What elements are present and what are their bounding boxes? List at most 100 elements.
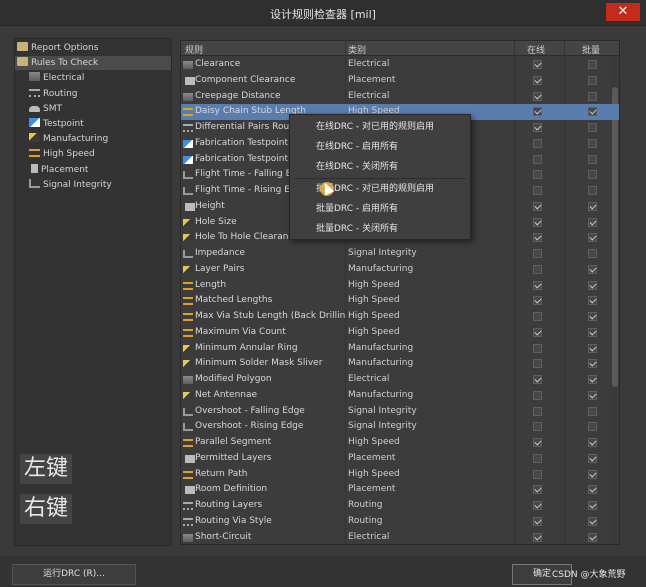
- table-row[interactable]: Matched Lengths High Speed: [181, 293, 619, 309]
- column-header-rule[interactable]: 规则: [185, 43, 203, 56]
- online-checkbox[interactable]: [533, 327, 542, 337]
- batch-checkbox[interactable]: [588, 217, 597, 227]
- table-row[interactable]: Component Clearance Placement: [181, 73, 619, 89]
- online-checkbox[interactable]: [533, 249, 542, 258]
- table-row[interactable]: Permitted Layers Placement: [181, 451, 619, 467]
- context-menu-item[interactable]: 在线DRC - 关闭所有: [290, 157, 470, 177]
- tree-item[interactable]: Electrical: [29, 71, 84, 85]
- table-row[interactable]: Room Definition Placement: [181, 482, 619, 498]
- online-checkbox[interactable]: [533, 516, 542, 526]
- table-row[interactable]: Routing Via Style Routing: [181, 514, 619, 530]
- batch-checkbox[interactable]: [588, 154, 597, 164]
- tree-item[interactable]: Signal Integrity: [29, 178, 112, 192]
- online-checkbox[interactable]: [533, 469, 542, 479]
- batch-checkbox[interactable]: [588, 123, 597, 132]
- online-checkbox[interactable]: [533, 390, 542, 400]
- batch-checkbox[interactable]: [588, 249, 597, 258]
- table-row[interactable]: Return Path High Speed: [181, 467, 619, 483]
- online-checkbox[interactable]: [533, 343, 542, 353]
- batch-checkbox[interactable]: [588, 438, 597, 447]
- batch-checkbox[interactable]: [588, 485, 597, 495]
- online-checkbox[interactable]: [533, 453, 542, 463]
- batch-checkbox[interactable]: [588, 201, 597, 211]
- column-header-category[interactable]: 类别: [348, 43, 366, 56]
- context-menu-item[interactable]: 在线DRC - 启用所有: [290, 137, 470, 157]
- online-checkbox[interactable]: [533, 532, 542, 542]
- batch-checkbox[interactable]: [588, 107, 597, 117]
- batch-checkbox[interactable]: [588, 469, 597, 479]
- online-checkbox[interactable]: [533, 75, 542, 85]
- online-checkbox[interactable]: [533, 280, 542, 290]
- table-row[interactable]: Routing Layers Routing: [181, 498, 619, 514]
- online-checkbox[interactable]: [533, 359, 542, 369]
- online-checkbox[interactable]: [533, 123, 542, 132]
- table-row[interactable]: Length High Speed: [181, 278, 619, 294]
- table-row[interactable]: Layer Pairs Manufacturing: [181, 262, 619, 278]
- table-row[interactable]: Short-Circuit Electrical: [181, 530, 619, 545]
- online-checkbox[interactable]: [533, 501, 542, 510]
- online-checkbox[interactable]: [533, 201, 542, 211]
- table-row[interactable]: Net Antennae Manufacturing: [181, 388, 619, 404]
- batch-checkbox[interactable]: [588, 186, 597, 195]
- batch-checkbox[interactable]: [588, 453, 597, 463]
- online-checkbox[interactable]: [533, 60, 542, 69]
- table-row[interactable]: Overshoot - Rising Edge Signal Integrity: [181, 419, 619, 435]
- online-checkbox[interactable]: [533, 312, 542, 321]
- batch-checkbox[interactable]: [588, 375, 597, 384]
- tree-item[interactable]: Routing: [29, 87, 78, 101]
- batch-checkbox[interactable]: [588, 170, 597, 180]
- batch-checkbox[interactable]: [588, 75, 597, 85]
- batch-checkbox[interactable]: [588, 327, 597, 337]
- tree-item[interactable]: Rules To Check: [15, 56, 171, 71]
- batch-checkbox[interactable]: [588, 422, 597, 432]
- tree-item[interactable]: Report Options: [17, 41, 98, 55]
- batch-checkbox[interactable]: [588, 91, 597, 101]
- online-checkbox[interactable]: [533, 170, 542, 180]
- table-row[interactable]: Minimum Solder Mask Sliver Manufacturing: [181, 356, 619, 372]
- online-checkbox[interactable]: [533, 186, 542, 195]
- context-menu-item[interactable]: 在线DRC - 对已用的规则启用: [290, 117, 470, 137]
- online-checkbox[interactable]: [533, 438, 542, 447]
- column-header-online[interactable]: 在线: [527, 43, 545, 56]
- table-row[interactable]: Overshoot - Falling Edge Signal Integrity: [181, 404, 619, 420]
- batch-checkbox[interactable]: [588, 501, 597, 510]
- table-row[interactable]: Max Via Stub Length (Back Drilling) High …: [181, 309, 619, 325]
- context-menu-item[interactable]: 批量DRC - 关闭所有: [290, 219, 470, 239]
- table-row[interactable]: Modified Polygon Electrical: [181, 372, 619, 388]
- batch-checkbox[interactable]: [588, 264, 597, 274]
- online-checkbox[interactable]: [533, 375, 542, 384]
- tree-item[interactable]: Placement: [29, 163, 88, 177]
- table-row[interactable]: Clearance Electrical: [181, 57, 619, 73]
- table-row[interactable]: Parallel Segment High Speed: [181, 435, 619, 451]
- batch-checkbox[interactable]: [588, 359, 597, 369]
- context-menu-item[interactable]: 批量DRC - 启用所有: [290, 199, 470, 219]
- context-menu-item[interactable]: 批量DRC - 对已用的规则启用: [290, 179, 470, 199]
- batch-checkbox[interactable]: [588, 343, 597, 353]
- tree-item[interactable]: SMT: [29, 102, 62, 116]
- column-header-batch[interactable]: 批量: [582, 43, 600, 56]
- online-checkbox[interactable]: [533, 217, 542, 227]
- batch-checkbox[interactable]: [588, 60, 597, 69]
- online-checkbox[interactable]: [533, 233, 542, 243]
- table-row[interactable]: Maximum Via Count High Speed: [181, 325, 619, 341]
- batch-checkbox[interactable]: [588, 233, 597, 243]
- tree-item[interactable]: Manufacturing: [29, 132, 108, 146]
- online-checkbox[interactable]: [533, 91, 542, 101]
- online-checkbox[interactable]: [533, 138, 542, 148]
- online-checkbox[interactable]: [533, 107, 542, 117]
- table-row[interactable]: Creepage Distance Electrical: [181, 89, 619, 105]
- online-checkbox[interactable]: [533, 406, 542, 416]
- batch-checkbox[interactable]: [588, 390, 597, 400]
- online-checkbox[interactable]: [533, 485, 542, 495]
- batch-checkbox[interactable]: [588, 516, 597, 526]
- batch-checkbox[interactable]: [588, 138, 597, 148]
- online-checkbox[interactable]: [533, 154, 542, 164]
- batch-checkbox[interactable]: [588, 532, 597, 542]
- online-checkbox[interactable]: [533, 422, 542, 432]
- tree-item[interactable]: High Speed: [29, 147, 95, 161]
- online-checkbox[interactable]: [533, 296, 542, 306]
- batch-checkbox[interactable]: [588, 296, 597, 306]
- batch-checkbox[interactable]: [588, 280, 597, 290]
- run-drc-button[interactable]: 运行DRC (R)...: [12, 564, 136, 585]
- close-button[interactable]: ✕: [606, 3, 640, 21]
